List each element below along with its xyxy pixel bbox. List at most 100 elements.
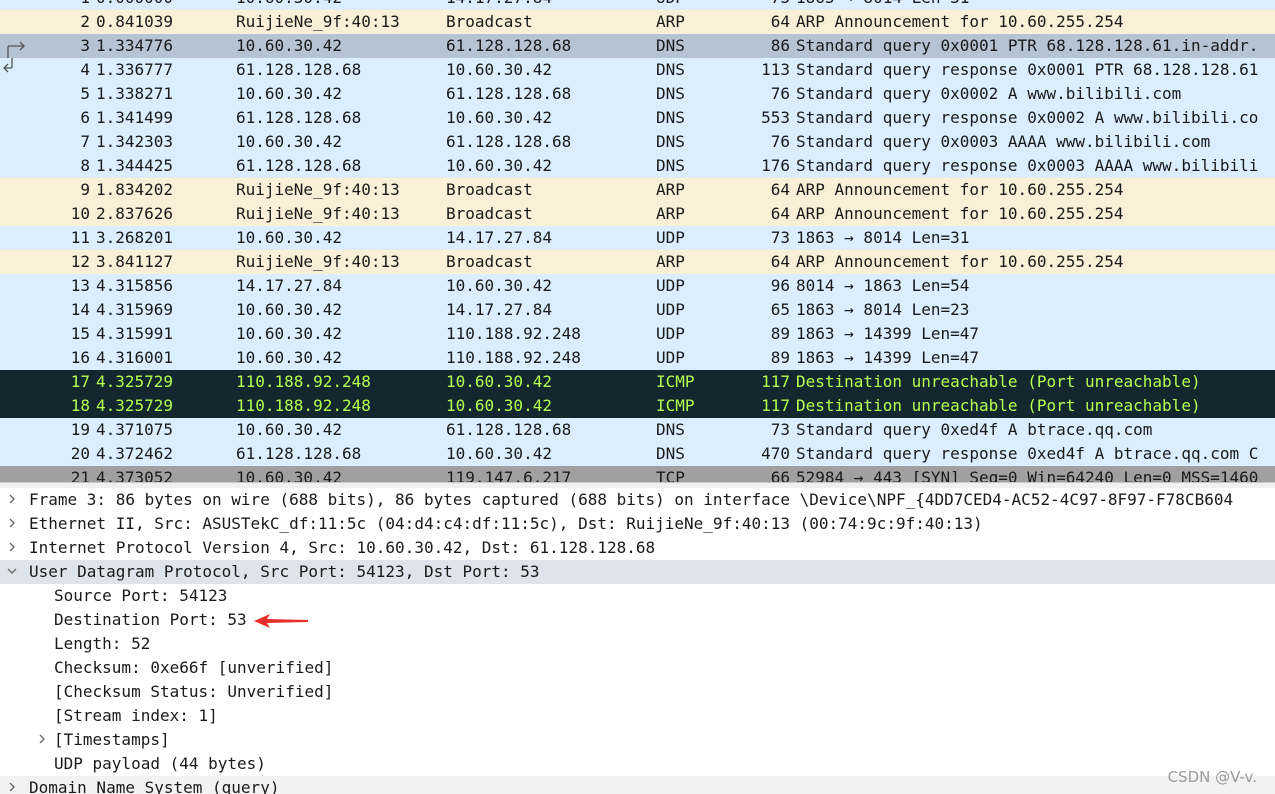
packet-row[interactable]: 4 1.336777 61.128.128.68 10.60.30.42 DNS 113 S… [0, 58, 1275, 82]
packet-time: 4.325729 [96, 396, 174, 415]
detail-text: Length: 52 [54, 634, 151, 653]
packet-length: 96 [770, 276, 790, 295]
detail-text: Destination Port: 53 [54, 610, 247, 629]
packet-row[interactable]: 17 4.325729 110.188.92.248 10.60.30.42 ICMP 1… [0, 370, 1275, 394]
packet-row[interactable]: 20 4.372462 61.128.128.68 10.60.30.42 DNS 470… [0, 442, 1275, 466]
detail-row[interactable]: [Timestamps] [0, 728, 1275, 752]
packet-destination: 10.60.30.42 [446, 276, 552, 295]
packet-number: 20 [70, 444, 90, 463]
packet-protocol: ARP [656, 12, 685, 31]
detail-text: Ethernet II, Src: ASUSTekC_df:11:5c (04:… [29, 514, 983, 533]
packet-protocol: ARP [656, 252, 685, 271]
packet-source: 110.188.92.248 [236, 372, 371, 391]
detail-row[interactable]: Checksum: 0xe66f [unverified] [0, 656, 1275, 680]
packet-time: 1.342303 [96, 132, 174, 151]
packet-length: 176 [761, 156, 790, 175]
packet-length: 64 [770, 204, 790, 223]
packet-number: 9 [80, 180, 90, 199]
packet-number: 10 [70, 204, 90, 223]
packet-number: 4 [80, 60, 90, 79]
packet-row[interactable]: 14 4.315969 10.60.30.42 14.17.27.84 UDP 65 186… [0, 298, 1275, 322]
packet-source: RuijieNe_9f:40:13 [236, 180, 400, 199]
packet-row[interactable]: 7 1.342303 10.60.30.42 61.128.128.68 DNS 76 St… [0, 130, 1275, 154]
packet-row[interactable]: 1 0.000000 10.60.30.42 14.17.27.84 UDP 73 1863… [0, 0, 1275, 10]
packet-number: 17 [70, 372, 90, 391]
detail-text: Source Port: 54123 [54, 586, 228, 605]
packet-source: RuijieNe_9f:40:13 [236, 12, 400, 31]
watermark: CSDN @V-v. [1167, 768, 1257, 786]
detail-row[interactable]: [Checksum Status: Unverified] [0, 680, 1275, 704]
detail-row[interactable]: User Datagram Protocol, Src Port: 54123,… [0, 560, 1275, 584]
packet-row[interactable]: 2 0.841039 RuijieNe_9f:40:13 Broadcast ARP 64… [0, 10, 1275, 34]
packet-time: 1.334776 [96, 36, 174, 55]
detail-row[interactable]: Source Port: 54123 [0, 584, 1275, 608]
packet-info: 52984 → 443 [SYN] Seq=0 Win=64240 Len=0 … [796, 468, 1259, 482]
packet-number: 18 [70, 396, 90, 415]
packet-row[interactable]: 9 1.834202 RuijieNe_9f:40:13 Broadcast ARP 64… [0, 178, 1275, 202]
packet-time: 4.373052 [96, 468, 174, 482]
packet-row[interactable]: 21 4.373052 10.60.30.42 119.147.6.217 TCP 66 5… [0, 466, 1275, 482]
packet-number: 5 [80, 84, 90, 103]
chevron-right-icon[interactable] [7, 542, 17, 552]
packet-source: 61.128.128.68 [236, 156, 362, 175]
packet-destination: Broadcast [446, 12, 533, 31]
detail-row[interactable]: Internet Protocol Version 4, Src: 10.60.… [0, 536, 1275, 560]
chevron-right-icon[interactable] [7, 518, 17, 528]
chevron-down-icon[interactable] [7, 566, 17, 576]
packet-time: 1.344425 [96, 156, 174, 175]
detail-text: [Stream index: 1] [54, 706, 218, 725]
packet-source: 10.60.30.42 [236, 348, 342, 367]
detail-row[interactable]: [Stream index: 1] [0, 704, 1275, 728]
packet-row[interactable]: 15 4.315991 10.60.30.42 110.188.92.248 UDP 89… [0, 322, 1275, 346]
detail-row[interactable]: Ethernet II, Src: ASUSTekC_df:11:5c (04:… [0, 512, 1275, 536]
detail-row[interactable]: Domain Name System (query) [0, 776, 1275, 794]
packet-length: 73 [770, 228, 790, 247]
packet-time: 4.315991 [96, 324, 174, 343]
packet-row[interactable]: 13 4.315856 14.17.27.84 10.60.30.42 UDP 96 801… [0, 274, 1275, 298]
chevron-right-icon[interactable] [7, 782, 17, 792]
packet-row[interactable]: 19 4.371075 10.60.30.42 61.128.128.68 DNS 73 S… [0, 418, 1275, 442]
packet-protocol: ARP [656, 204, 685, 223]
packet-time: 4.371075 [96, 420, 174, 439]
packet-number: 7 [80, 132, 90, 151]
packet-length: 66 [770, 468, 790, 482]
packet-protocol: DNS [656, 84, 685, 103]
packet-info: Standard query response 0xed4f A btrace.… [796, 444, 1259, 463]
packet-info: ARP Announcement for 10.60.255.254 [796, 204, 1124, 223]
packet-row[interactable]: 8 1.344425 61.128.128.68 10.60.30.42 DNS 176 S… [0, 154, 1275, 178]
detail-row[interactable]: Frame 3: 86 bytes on wire (688 bits), 86… [0, 488, 1275, 512]
packet-info: 8014 → 1863 Len=54 [796, 276, 970, 295]
chevron-right-icon[interactable] [7, 494, 17, 504]
packet-row[interactable]: 6 1.341499 61.128.128.68 10.60.30.42 DNS 553 S… [0, 106, 1275, 130]
detail-text: User Datagram Protocol, Src Port: 54123,… [29, 562, 540, 581]
packet-row[interactable]: 11 3.268201 10.60.30.42 14.17.27.84 UDP 73 186… [0, 226, 1275, 250]
packet-source: 61.128.128.68 [236, 60, 362, 79]
packet-time: 2.837626 [96, 204, 174, 223]
packet-destination: 110.188.92.248 [446, 348, 581, 367]
packet-protocol: UDP [656, 228, 685, 247]
detail-row[interactable]: Destination Port: 53 [0, 608, 1275, 632]
packet-list[interactable]: 10.00000010.60.30.4214.17.27.84UDP731863… [0, 0, 1275, 482]
packet-time: 4.372462 [96, 444, 174, 463]
packet-row[interactable]: 5 1.338271 10.60.30.42 61.128.128.68 DNS 76 St… [0, 82, 1275, 106]
packet-row[interactable]: 3 1.334776 10.60.30.42 61.128.128.68 DNS 86 St… [0, 34, 1275, 58]
packet-time: 4.316001 [96, 348, 174, 367]
packet-source: 61.128.128.68 [236, 108, 362, 127]
packet-row[interactable]: 16 4.316001 10.60.30.42 110.188.92.248 UDP 89… [0, 346, 1275, 370]
detail-row[interactable]: Length: 52 [0, 632, 1275, 656]
packet-details-tree[interactable]: Frame 3: 86 bytes on wire (688 bits), 86… [0, 488, 1275, 794]
packet-row[interactable]: 12 3.841127 RuijieNe_9f:40:13 Broadcast ARP 6… [0, 250, 1275, 274]
detail-text: Frame 3: 86 bytes on wire (688 bits), 86… [29, 490, 1234, 509]
packet-number: 14 [70, 300, 90, 319]
chevron-right-icon[interactable] [37, 734, 47, 744]
detail-text: UDP payload (44 bytes) [54, 754, 266, 773]
packet-length: 113 [761, 60, 790, 79]
packet-info: Standard query response 0x0003 AAAA www.… [796, 156, 1259, 175]
detail-row[interactable]: UDP payload (44 bytes) [0, 752, 1275, 776]
packet-destination: 10.60.30.42 [446, 60, 552, 79]
packet-length: 89 [770, 348, 790, 367]
packet-row[interactable]: 10 2.837626 RuijieNe_9f:40:13 Broadcast ARP 6… [0, 202, 1275, 226]
packet-source: 10.60.30.42 [236, 300, 342, 319]
packet-protocol: DNS [656, 444, 685, 463]
packet-row[interactable]: 18 4.325729 110.188.92.248 10.60.30.42 ICMP 1… [0, 394, 1275, 418]
